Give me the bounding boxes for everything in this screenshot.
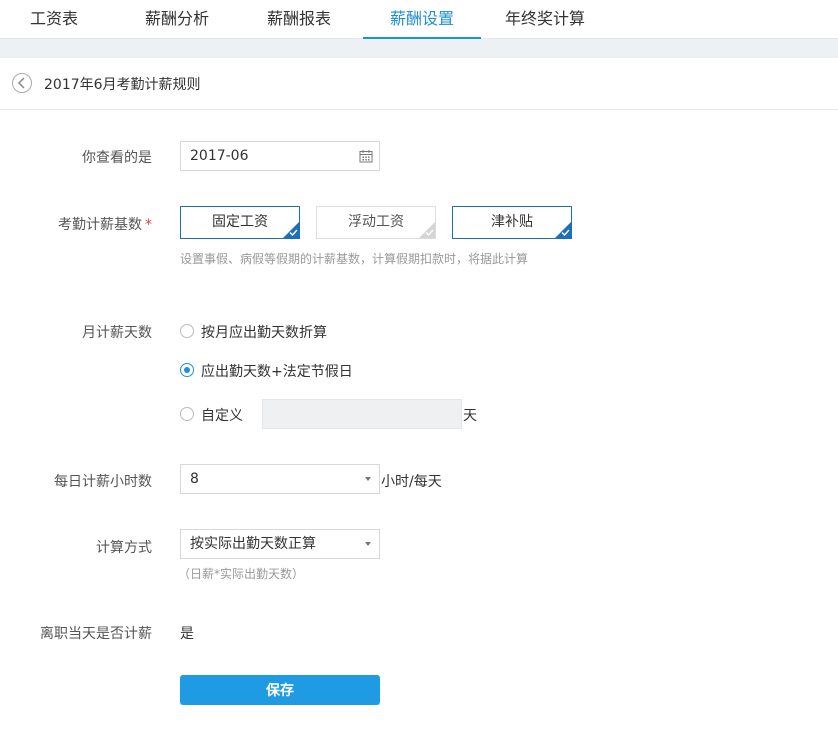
tab-year-end-bonus[interactable]: 年终奖计算: [490, 0, 600, 38]
leave-day-label: 离职当天是否计薪: [40, 626, 152, 642]
check-icon: [289, 229, 298, 236]
days-label: 月计薪天数: [82, 325, 152, 341]
month-label: 你查看的是: [82, 150, 152, 166]
method-select[interactable]: 按实际出勤天数正算: [180, 529, 380, 559]
chevron-left-icon: [17, 77, 25, 89]
custom-days-input[interactable]: [262, 399, 462, 429]
method-hint: （日薪*实际出勤天数）: [178, 567, 305, 581]
header-gap: [0, 39, 838, 58]
base-option-label: 固定工资: [212, 214, 268, 230]
days-unit: 天: [463, 408, 477, 424]
tab-salary-analysis[interactable]: 薪酬分析: [128, 0, 226, 38]
tab-payroll[interactable]: 工资表: [12, 0, 96, 38]
calendar-icon[interactable]: [359, 149, 373, 163]
back-button[interactable]: [12, 73, 32, 93]
hours-value: 8: [190, 471, 199, 487]
days-option-monthly-radio[interactable]: [180, 324, 194, 338]
month-value: 2017-06: [190, 148, 249, 164]
check-icon: [561, 229, 570, 236]
base-hint: 设置事假、病假等假期的计薪基数，计算假期扣款时，将据此计算: [180, 252, 529, 266]
title-bar: 2017年6月考勤计薪规则: [0, 58, 838, 110]
method-label: 计算方式: [96, 540, 152, 556]
hours-label: 每日计薪小时数: [54, 474, 152, 490]
caret-down-icon: [365, 542, 371, 546]
month-picker[interactable]: 2017-06: [180, 141, 380, 171]
hours-select[interactable]: 8: [180, 464, 380, 494]
base-option-allowance[interactable]: 津补贴: [452, 206, 572, 239]
base-option-floating-salary[interactable]: 浮动工资: [316, 206, 436, 239]
top-tab-bar: 工资表 薪酬分析 薪酬报表 薪酬设置 年终奖计算: [0, 0, 838, 39]
base-option-fixed-salary[interactable]: 固定工资: [180, 206, 300, 239]
base-option-label: 浮动工资: [348, 214, 404, 230]
required-mark: *: [145, 217, 152, 233]
base-label-text: 考勤计薪基数: [58, 217, 142, 233]
leave-day-value: 是: [180, 626, 194, 642]
days-option-monthly-label[interactable]: 按月应出勤天数折算: [201, 322, 327, 342]
days-option-custom-radio[interactable]: [180, 407, 194, 421]
base-label: 考勤计薪基数 *: [58, 214, 152, 234]
method-value: 按实际出勤天数正算: [190, 536, 316, 552]
caret-down-icon: [365, 477, 371, 481]
days-option-custom-label[interactable]: 自定义: [201, 405, 243, 425]
hours-unit: 小时/每天: [381, 474, 442, 490]
days-option-holiday-label[interactable]: 应出勤天数+法定节假日: [201, 361, 353, 381]
tab-salary-settings[interactable]: 薪酬设置: [363, 0, 481, 39]
save-button[interactable]: 保存: [180, 675, 380, 705]
page-title: 2017年6月考勤计薪规则: [44, 77, 201, 93]
base-option-label: 津补贴: [491, 214, 533, 230]
days-option-holiday-radio[interactable]: [180, 363, 194, 377]
check-icon: [425, 229, 434, 236]
tab-salary-report[interactable]: 薪酬报表: [250, 0, 348, 38]
